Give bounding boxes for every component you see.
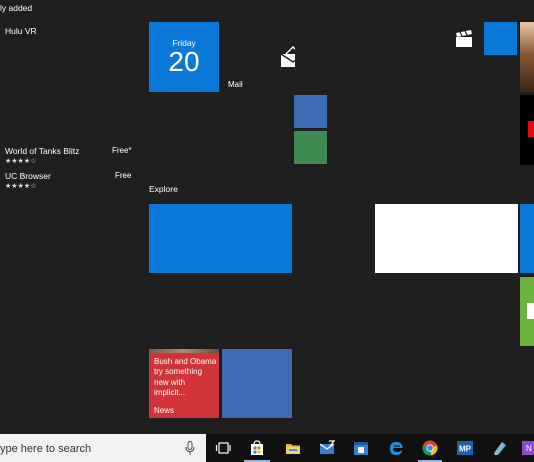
mail-app-icon[interactable]: [319, 440, 335, 456]
suggested-app-price: Free*: [112, 146, 132, 155]
svg-text:N: N: [526, 444, 532, 453]
store-wide-tile[interactable]: [149, 204, 292, 273]
news-label: News: [154, 406, 175, 415]
small-tile[interactable]: [294, 131, 327, 164]
task-view-icon[interactable]: [215, 440, 231, 456]
app-item-hulu-vr[interactable]: Hulu VR: [5, 27, 37, 36]
search-placeholder: ype here to search: [0, 443, 92, 455]
news-image-strip: [149, 349, 219, 353]
small-tile[interactable]: [484, 22, 517, 55]
news-headline: Bush and Obama try something new with im…: [154, 357, 217, 398]
suggested-app-name[interactable]: UC Browser: [5, 172, 51, 181]
partial-tile-glyph: [527, 303, 534, 319]
app-icon[interactable]: [492, 440, 508, 456]
green-partial-tile[interactable]: [520, 277, 534, 346]
calendar-tile[interactable]: Friday 20: [149, 22, 219, 92]
mp-app-icon[interactable]: MP: [457, 440, 473, 456]
onenote-icon[interactable]: N: [522, 440, 534, 456]
blue-partial-tile[interactable]: [520, 204, 534, 273]
suggested-app-rating: ★★★★☆: [5, 158, 37, 165]
calendar-app-icon[interactable]: [353, 440, 369, 456]
store-icon[interactable]: [249, 440, 265, 456]
file-explorer-icon[interactable]: [285, 440, 301, 456]
netflix-logo: [528, 121, 534, 137]
calendar-date: 20: [168, 46, 200, 77]
suggested-app-name[interactable]: World of Tanks Blitz: [5, 147, 79, 156]
netflix-tile[interactable]: [520, 95, 534, 165]
mail-tile[interactable]: Mail: [225, 22, 295, 92]
white-wide-tile[interactable]: [375, 204, 518, 273]
edge-icon[interactable]: [388, 440, 404, 456]
suggested-app-price: Free: [115, 171, 132, 180]
start-menu-screen: ly added Hulu VR World of Tanks Blitz ★★…: [0, 0, 534, 462]
explore-group-label: Explore: [149, 184, 178, 194]
chrome-icon[interactable]: [422, 440, 438, 456]
photo-tile[interactable]: [520, 22, 534, 92]
clapperboard-icon[interactable]: [455, 30, 473, 48]
mail-label: Mail: [228, 80, 243, 89]
search-box[interactable]: ype here to search: [0, 434, 206, 462]
svg-text:MP: MP: [459, 445, 472, 454]
news-tile[interactable]: Bush and Obama try something new with im…: [149, 349, 219, 418]
microphone-icon[interactable]: [185, 441, 195, 455]
small-tile[interactable]: [294, 95, 327, 128]
taskbar: ype here to search MP N: [0, 434, 534, 462]
blue-tile[interactable]: [222, 349, 292, 418]
recently-added-header: ly added: [0, 3, 33, 13]
suggested-app-rating: ★★★★☆: [5, 183, 37, 190]
